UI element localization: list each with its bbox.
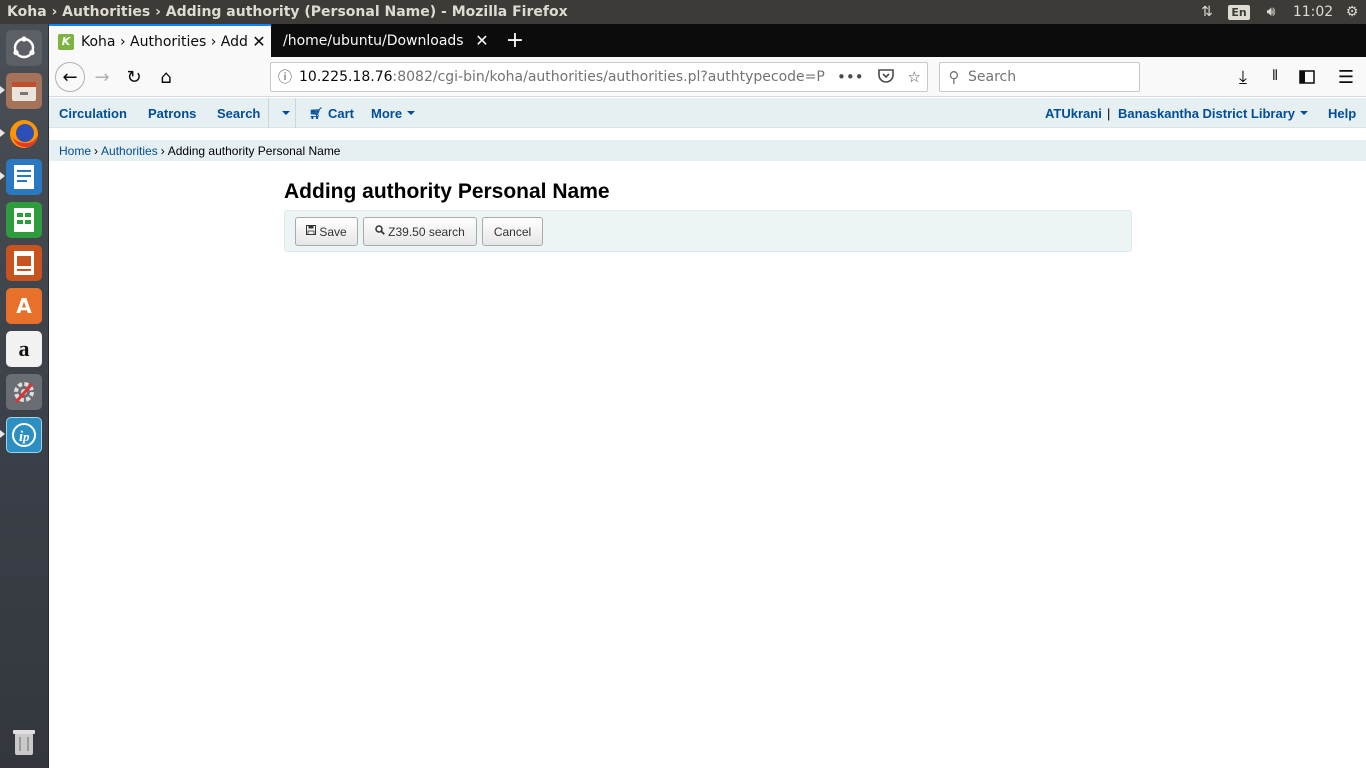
ubuntu-dash-icon[interactable] [6, 30, 42, 66]
tab-bar: K Koha › Authorities › Addi ✕ /home/ubun… [49, 24, 1366, 57]
page-actions-icon[interactable]: ••• [837, 68, 864, 86]
library-icon[interactable]: 𝍪 [1261, 63, 1289, 91]
koha-app-icon[interactable]: ip [6, 417, 42, 453]
search-input[interactable] [968, 69, 1128, 85]
save-button[interactable]: Save [295, 217, 358, 246]
authority-toolbar: Save Z39.50 search Cancel [284, 210, 1132, 252]
pocket-icon[interactable] [877, 68, 894, 87]
logged-in-user[interactable]: ATUkrani [1045, 98, 1102, 128]
library-label: Banaskantha District Library [1118, 105, 1296, 121]
page-title: Adding authority Personal Name [284, 180, 610, 203]
tab-downloads-label: /home/ubuntu/Downloads [283, 32, 464, 49]
breadcrumb: Home › Authorities › Adding authority Pe… [49, 140, 1366, 161]
breadcrumb-authorities[interactable]: Authorities [101, 144, 158, 158]
breadcrumb-home[interactable]: Home [59, 144, 91, 158]
breadcrumb-separator: › [160, 143, 165, 158]
library-selector[interactable]: Banaskantha District Library [1118, 98, 1309, 128]
cart-label: Cart [327, 105, 354, 121]
sidebar-icon[interactable] [1293, 63, 1321, 91]
search-icon [375, 225, 386, 238]
breadcrumb-current: Adding authority Personal Name [167, 143, 341, 158]
search-dropdown-toggle[interactable] [277, 98, 290, 128]
site-info-icon[interactable]: ⓘ [271, 67, 299, 87]
bookmark-star-icon[interactable]: ☆ [908, 68, 921, 86]
running-indicator [0, 430, 5, 438]
svg-text:p: p [22, 429, 30, 444]
search-icon: ⚲ [948, 68, 960, 86]
launcher: A a ip [0, 24, 49, 768]
forward-button[interactable]: → [88, 63, 116, 91]
caret-down-icon [282, 111, 290, 115]
settings-gear-icon[interactable]: ⚙ [1338, 0, 1366, 24]
cancel-button[interactable]: Cancel [482, 217, 543, 246]
url-bar[interactable]: ⓘ 10.225.18.76 :8082/cgi-bin/koha/author… [270, 62, 928, 92]
files-icon[interactable] [6, 73, 42, 109]
koha-main-nav: Circulation Patrons Search 🛒︎ Cart More … [49, 98, 1366, 128]
trash-icon[interactable] [6, 724, 42, 760]
reload-icon[interactable]: ↻ [120, 63, 148, 91]
system-settings-icon[interactable] [6, 374, 42, 410]
url-path: :8082/cgi-bin/koha/authorities/authoriti… [392, 69, 825, 85]
z3950-search-button[interactable]: Z39.50 search [363, 217, 477, 246]
network-icon[interactable]: ⇅ [1190, 0, 1224, 24]
nav-circulation[interactable]: Circulation [59, 98, 127, 128]
caret-down-icon [407, 111, 416, 115]
nav-cart[interactable]: 🛒︎ Cart [309, 98, 354, 128]
downloads-icon[interactable]: ⤓ [1229, 63, 1257, 91]
navigation-toolbar: ← → ↻ ⌂ ⓘ 10.225.18.76 :8082/cgi-bin/koh… [49, 57, 1366, 97]
amazon-icon[interactable]: a [6, 331, 42, 367]
caret-down-icon [1300, 111, 1309, 115]
tab-koha[interactable]: K Koha › Authorities › Addi ✕ [49, 24, 271, 57]
search-bar[interactable]: ⚲ [939, 62, 1140, 92]
libreoffice-writer-icon[interactable] [6, 159, 42, 195]
close-tab-icon[interactable]: ✕ [247, 32, 271, 51]
close-tab-icon[interactable]: ✕ [470, 31, 494, 50]
tab-downloads[interactable]: /home/ubuntu/Downloads ✕ [272, 24, 494, 57]
running-indicator [0, 172, 5, 180]
menu-icon[interactable]: ☰ [1332, 63, 1360, 91]
volume-icon[interactable]: 🔊︎ [1254, 0, 1288, 24]
tab-koha-label: Koha › Authorities › Addi [81, 33, 247, 50]
nav-more[interactable]: More [371, 98, 416, 128]
ubuntu-software-icon[interactable]: A [6, 288, 42, 324]
back-button[interactable]: ← [55, 62, 85, 92]
new-tab-button[interactable]: + [501, 24, 529, 57]
more-label: More [371, 105, 403, 121]
home-icon[interactable]: ⌂ [152, 63, 180, 91]
breadcrumb-separator: › [94, 143, 99, 158]
clock[interactable]: 11:02 [1288, 0, 1338, 24]
nav-separator [295, 98, 296, 128]
save-label: Save [319, 224, 347, 239]
libreoffice-impress-icon[interactable] [6, 245, 42, 281]
koha-favicon-icon: K [58, 33, 74, 50]
system-top-bar: Koha › Authorities › Adding authority (P… [0, 0, 1366, 24]
keyboard-language-indicator[interactable]: En [1224, 0, 1254, 24]
save-icon [306, 225, 317, 238]
z3950-label: Z39.50 search [388, 224, 465, 239]
window-title: Koha › Authorities › Adding authority (P… [7, 4, 568, 20]
nav-search[interactable]: Search [217, 98, 260, 128]
nav-patrons[interactable]: Patrons [148, 98, 196, 128]
user-library-separator: | [1107, 105, 1111, 121]
cart-icon: 🛒︎ [309, 107, 323, 120]
nav-separator [268, 98, 269, 128]
nav-help[interactable]: Help [1328, 98, 1356, 128]
url-host: 10.225.18.76 [299, 69, 393, 85]
running-indicator [0, 86, 5, 94]
libreoffice-calc-icon[interactable] [6, 202, 42, 238]
firefox-icon[interactable] [6, 116, 42, 152]
running-indicator [0, 129, 5, 137]
